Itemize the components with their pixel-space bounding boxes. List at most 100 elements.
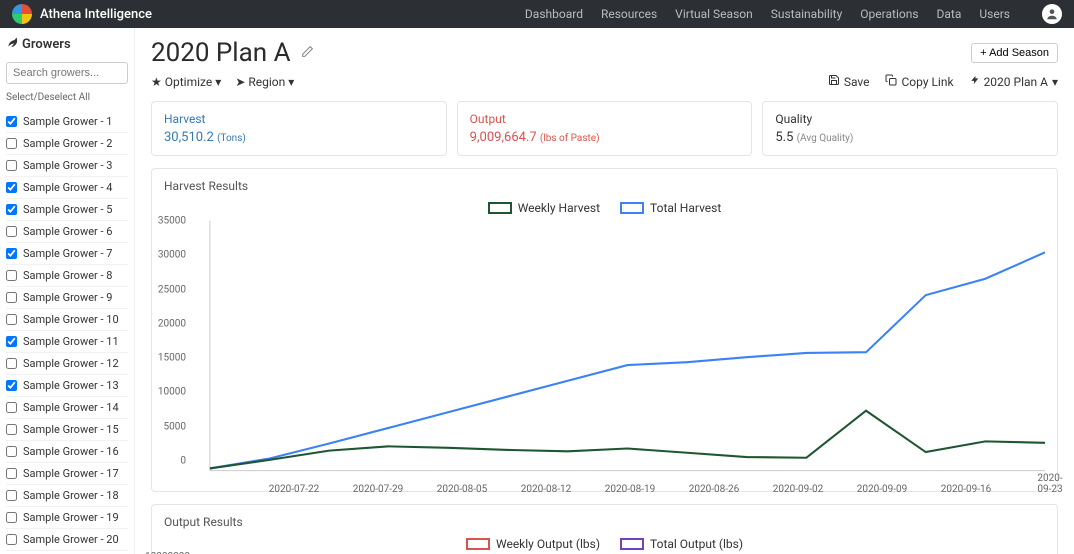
optimize-button[interactable]: ★ Optimize ▾ — [151, 75, 221, 89]
grower-item: Sample Grower - 6 — [6, 221, 128, 243]
grower-label: Sample Grower - 18 — [23, 489, 119, 502]
grower-checkbox[interactable] — [6, 292, 17, 303]
legend-item: Total Harvest — [620, 201, 721, 215]
caret-down-icon: ▾ — [288, 75, 294, 89]
save-button[interactable]: Save — [828, 74, 870, 89]
grower-label: Sample Grower - 20 — [23, 533, 119, 546]
x-axis-label: 2020-08-19 — [605, 484, 656, 495]
grower-checkbox[interactable] — [6, 358, 17, 369]
legend-swatch — [620, 538, 644, 550]
caret-down-icon: ▾ — [1052, 75, 1058, 89]
save-icon — [828, 74, 840, 89]
grower-item: Sample Grower - 8 — [6, 265, 128, 287]
output-panel-title: Output Results — [164, 515, 1045, 529]
harvest-panel-title: Harvest Results — [164, 179, 1045, 193]
grower-checkbox[interactable] — [6, 336, 17, 347]
season-picker[interactable]: 2020 Plan A ▾ — [970, 74, 1058, 89]
grower-label: Sample Grower - 15 — [23, 423, 119, 436]
add-season-label: Add Season — [989, 47, 1049, 59]
grower-checkbox[interactable] — [6, 468, 17, 479]
grower-item: Sample Grower - 15 — [6, 419, 128, 441]
y-axis-label: 5000 — [164, 421, 186, 432]
star-icon: ★ — [151, 75, 162, 89]
grower-item: Sample Grower - 3 — [6, 155, 128, 177]
select-all-link[interactable]: Select/Deselect All — [6, 92, 128, 103]
harvest-card: Harvest 30,510.2 (Tons) — [151, 101, 447, 156]
save-label: Save — [844, 75, 870, 89]
quality-card: Quality 5.5 (Avg Quality) — [762, 101, 1058, 156]
grower-checkbox[interactable] — [6, 116, 17, 127]
legend-label: Total Harvest — [650, 201, 721, 215]
edit-title-icon[interactable] — [301, 45, 314, 62]
legend-item: Weekly Harvest — [488, 201, 600, 215]
app-logo — [12, 4, 32, 24]
harvest-chart: 050001000015000200002500030000350002020-… — [190, 221, 1045, 481]
grower-label: Sample Grower - 16 — [23, 445, 119, 458]
harvest-number: 30,510.2 — [164, 130, 214, 145]
quality-number: 5.5 — [775, 130, 793, 145]
grower-checkbox[interactable] — [6, 160, 17, 171]
grower-label: Sample Grower - 5 — [23, 203, 112, 216]
legend-item: Weekly Output (lbs) — [466, 537, 600, 551]
grower-checkbox[interactable] — [6, 314, 17, 325]
grower-checkbox[interactable] — [6, 270, 17, 281]
quality-label: Quality — [775, 112, 1045, 126]
region-button[interactable]: ➤ Region ▾ — [235, 75, 294, 89]
grower-checkbox[interactable] — [6, 226, 17, 237]
grower-checkbox[interactable] — [6, 248, 17, 259]
grower-label: Sample Grower - 14 — [23, 401, 119, 414]
grower-item: Sample Grower - 5 — [6, 199, 128, 221]
grower-checkbox[interactable] — [6, 138, 17, 149]
grower-item: Sample Grower - 12 — [6, 353, 128, 375]
x-axis-label: 2020-07-29 — [353, 484, 404, 495]
location-icon: ➤ — [235, 75, 245, 89]
bolt-icon — [970, 74, 980, 89]
copy-icon — [885, 74, 897, 89]
nav-link-users[interactable]: Users — [979, 7, 1010, 21]
grower-checkbox[interactable] — [6, 182, 17, 193]
grower-label: Sample Grower - 10 — [23, 313, 119, 326]
optimize-label: Optimize — [165, 75, 213, 89]
add-season-button[interactable]: + Add Season — [971, 43, 1058, 63]
grower-checkbox[interactable] — [6, 512, 17, 523]
harvest-label: Harvest — [164, 112, 434, 126]
navbar: Athena Intelligence DashboardResourcesVi… — [0, 0, 1074, 28]
grower-checkbox[interactable] — [6, 446, 17, 457]
nav-link-operations[interactable]: Operations — [860, 7, 918, 21]
nav-link-resources[interactable]: Resources — [601, 7, 657, 21]
grower-item: Sample Grower - 11 — [6, 331, 128, 353]
y-axis-label: 30000 — [158, 250, 186, 261]
grower-checkbox[interactable] — [6, 204, 17, 215]
main-content: 2020 Plan A + Add Season ★ Optimize ▾ ➤ … — [135, 28, 1074, 554]
grower-checkbox[interactable] — [6, 424, 17, 435]
output-card: Output 9,009,664.7 (lbs of Paste) — [457, 101, 753, 156]
copy-link-button[interactable]: Copy Link — [885, 74, 953, 89]
output-panel: Output Results Weekly Output (lbs)Total … — [151, 504, 1058, 554]
grower-checkbox[interactable] — [6, 534, 17, 545]
grower-label: Sample Grower - 6 — [23, 225, 112, 238]
harvest-panel: Harvest Results Weekly Harvest Total Harv… — [151, 168, 1058, 492]
nav-link-data[interactable]: Data — [937, 7, 962, 21]
y-axis-label: 35000 — [158, 216, 186, 227]
grower-checkbox[interactable] — [6, 402, 17, 413]
grower-label: Sample Grower - 17 — [23, 467, 119, 480]
harvest-legend: Weekly Harvest Total Harvest — [164, 201, 1045, 215]
nav-link-sustainability[interactable]: Sustainability — [771, 7, 843, 21]
nav-link-dashboard[interactable]: Dashboard — [525, 7, 583, 21]
grower-checkbox[interactable] — [6, 380, 17, 391]
leaf-icon — [6, 36, 18, 52]
x-axis-label: 2020-09-09 — [857, 484, 908, 495]
copy-link-label: Copy Link — [901, 75, 953, 89]
harvest-value: 30,510.2 (Tons) — [164, 130, 434, 145]
output-number: 9,009,664.7 — [470, 130, 537, 145]
grower-item: Sample Grower - 1 — [6, 111, 128, 133]
grower-checkbox[interactable] — [6, 490, 17, 501]
user-avatar[interactable] — [1042, 4, 1062, 24]
grower-label: Sample Grower - 19 — [23, 511, 119, 524]
search-input[interactable] — [6, 62, 128, 84]
nav-link-virtual-season[interactable]: Virtual Season — [675, 7, 753, 21]
nav-links: Dashboard Resources Virtual Season Sustaina… — [525, 4, 1062, 24]
page-title: 2020 Plan A — [151, 38, 291, 68]
x-axis-label: 2020-08-05 — [437, 484, 488, 495]
output-legend: Weekly Output (lbs)Total Output (lbs) — [164, 537, 1045, 551]
